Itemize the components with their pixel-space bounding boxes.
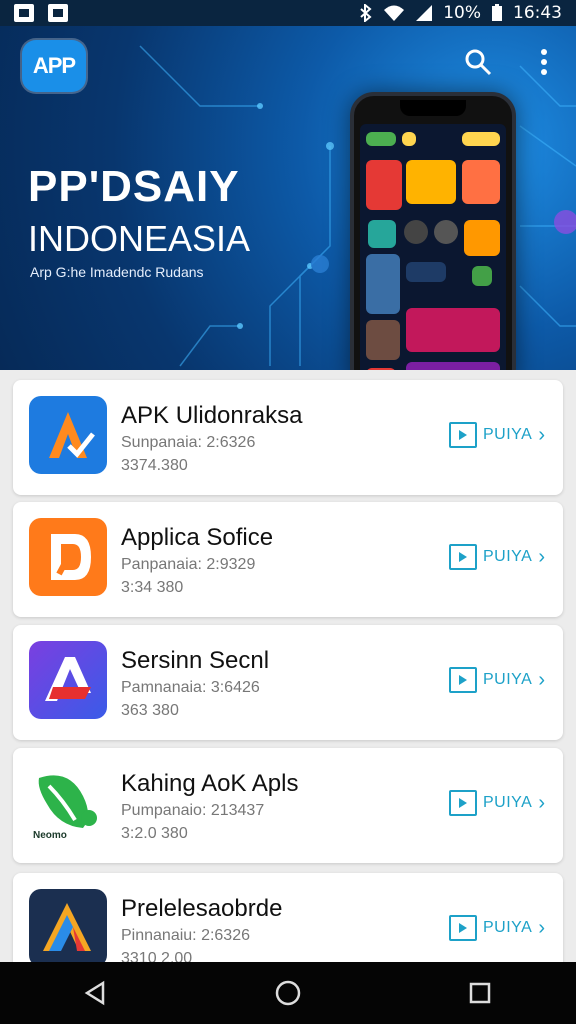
app-meta: Pinnanaiu: 2:6326 [121, 927, 250, 944]
app-title: Applica Sofice [121, 524, 274, 551]
app-meta: Sunpanaia: 2:6326 [121, 434, 256, 451]
search-icon [465, 49, 492, 76]
app-title: Kahing AoK Apls [121, 770, 299, 797]
app-card[interactable]: Prelelesaobrde Pinnanaiu: 2:6326 3310 2.… [13, 873, 563, 962]
recents-button[interactable] [460, 973, 500, 1013]
chevron-right-icon: › [538, 545, 545, 568]
chevron-right-icon: › [538, 668, 545, 691]
app-logo-icon: Neomo [33, 775, 97, 841]
app-icon: Neomo [29, 764, 107, 842]
more-vert-icon [541, 49, 547, 75]
app-logo-icon [43, 903, 91, 951]
app-meta: Panpanaia: 2:9329 [121, 556, 256, 573]
app-logo[interactable]: APP [22, 40, 86, 92]
app-size: 3:34 380 [121, 579, 184, 596]
hero-tagline: Arp G:he Imadendc Rudans [30, 264, 204, 280]
app-icon [29, 396, 107, 474]
phone-screen [360, 124, 506, 370]
play-icon [449, 422, 477, 448]
hero-title: PP'DSAIY [28, 162, 240, 211]
app-meta: Pumpanaio: 213437 [121, 802, 265, 819]
chevron-right-icon: › [538, 423, 545, 446]
app-title: APK Ulidonraksa [121, 402, 303, 429]
play-icon [449, 667, 477, 693]
recents-icon [469, 982, 491, 1004]
hero-subtitle: INDONEASIA [28, 218, 251, 259]
hero-banner: APP PP'DSAIY INDONEASIA Arp G:he Imadend… [0, 26, 576, 370]
app-size: 3:2.0 380 [121, 825, 188, 842]
home-button[interactable] [268, 973, 308, 1013]
battery-percent: 10% [443, 3, 481, 23]
play-label: PUIYA [483, 794, 533, 811]
play-label: PUIYA [483, 548, 533, 565]
image-icon [14, 4, 34, 22]
image-icon [48, 4, 68, 22]
app-card[interactable]: Sersinn Secnl Pamnanaia: 3:6426 363 380 … [13, 625, 563, 740]
app-list: APK Ulidonraksa Sunpanaia: 2:6326 3374.3… [0, 370, 576, 962]
phone-notch [400, 100, 466, 116]
app-card[interactable]: Neomo Kahing AoK Apls Pumpanaio: 213437 … [13, 748, 563, 863]
app-size: 3374.380 [121, 457, 188, 474]
app-logo-icon [45, 657, 91, 701]
back-icon [84, 980, 105, 1006]
status-bar: 10% 16:43 [0, 0, 576, 26]
app-title: Sersinn Secnl [121, 647, 270, 674]
app-card[interactable]: Applica Sofice Panpanaia: 2:9329 3:34 38… [13, 502, 563, 617]
signal-icon [416, 5, 433, 21]
play-icon [449, 915, 477, 941]
app-logo-icon [49, 412, 95, 458]
app-card[interactable]: APK Ulidonraksa Sunpanaia: 2:6326 3374.3… [13, 380, 563, 495]
search-button[interactable] [462, 46, 494, 78]
play-icon [449, 790, 477, 816]
app-icon [29, 889, 107, 962]
app-meta: Pamnanaia: 3:6426 [121, 679, 260, 696]
bluetooth-icon [360, 4, 372, 22]
play-button[interactable]: PUIYA › [449, 544, 545, 570]
app-size: 3310 2.00 [121, 950, 193, 962]
system-nav-bar [0, 962, 576, 1024]
home-icon [275, 980, 301, 1006]
play-button[interactable]: PUIYA › [449, 422, 545, 448]
chevron-right-icon: › [538, 791, 545, 814]
play-label: PUIYA [483, 671, 533, 688]
phone-illustration [350, 92, 516, 370]
more-options-button[interactable] [528, 46, 560, 78]
app-logo-icon [51, 534, 91, 580]
app-title: Prelelesaobrde [121, 895, 283, 922]
app-icon-label: Neomo [33, 830, 67, 841]
back-button[interactable] [76, 973, 116, 1013]
app-size: 363 380 [121, 702, 179, 719]
play-label: PUIYA [483, 919, 533, 936]
play-icon [449, 544, 477, 570]
play-button[interactable]: PUIYA › [449, 667, 545, 693]
play-button[interactable]: PUIYA › [449, 915, 545, 941]
wifi-icon [384, 5, 405, 21]
battery-icon [492, 4, 502, 21]
app-icon [29, 518, 107, 596]
app-icon [29, 641, 107, 719]
play-label: PUIYA [483, 426, 533, 443]
play-button[interactable]: PUIYA › [449, 790, 545, 816]
clock: 16:43 [513, 3, 562, 23]
chevron-right-icon: › [538, 916, 545, 939]
